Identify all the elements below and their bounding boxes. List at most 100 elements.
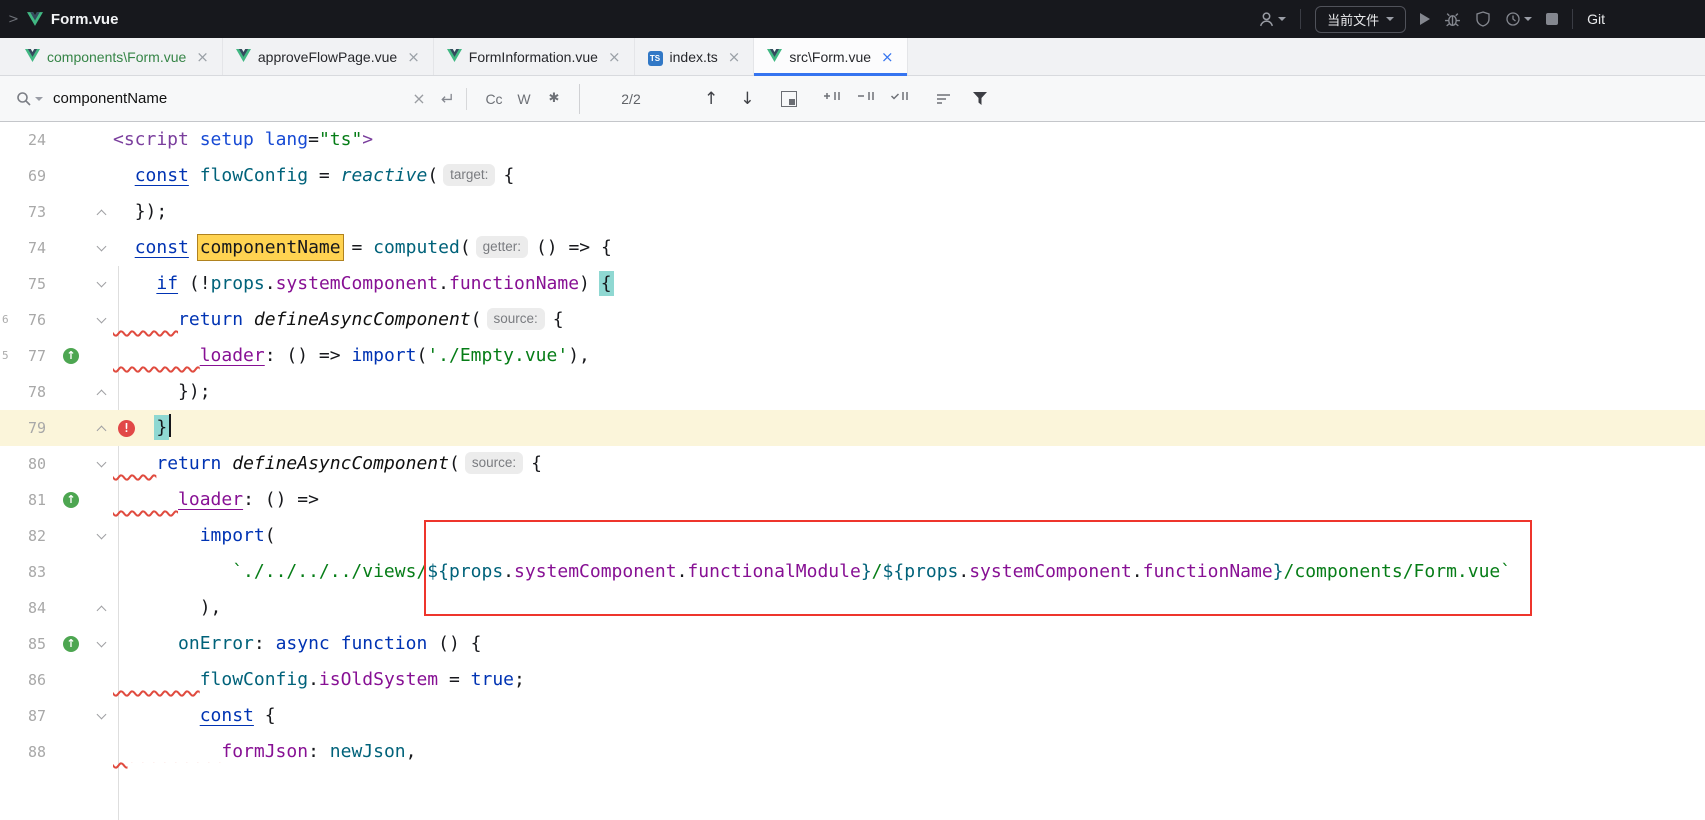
clear-search-icon[interactable]: × [407,89,431,108]
add-selection-icon[interactable] [821,88,841,109]
run-button[interactable] [1420,13,1430,25]
code-text: const flowConfig = reactive(target:{ [113,158,514,194]
previous-match-button[interactable]: ↑ [704,89,718,109]
code-line-86[interactable]: 86 flowConfig.isOldSystem = true; [0,662,1705,698]
fold-down-icon[interactable] [97,531,106,540]
code-line-78[interactable]: 78 }); [0,374,1705,410]
remove-selection-icon[interactable] [855,88,875,109]
fold-down-icon[interactable] [97,243,106,252]
line-number[interactable]: 84 [0,590,46,626]
tab-components-form.vue[interactable]: components\Form.vue× [12,38,223,75]
user-account-button[interactable] [1258,11,1286,28]
code-line-79[interactable]: 79! } [0,410,1705,446]
bug-icon [1444,11,1461,28]
line-number[interactable]: 82 [0,518,46,554]
code-token: } [156,417,167,438]
gutter-arrow-icon[interactable]: ↑ [63,492,79,508]
code-line-69[interactable]: 69 const flowConfig = reactive(target:{ [0,158,1705,194]
line-number[interactable]: 83 [0,554,46,590]
line-number[interactable]: 81 [0,482,46,518]
code-token: ( [265,525,276,546]
debug-button[interactable] [1444,11,1461,28]
gutter-arrow-icon[interactable]: ↑ [63,348,79,364]
fold-up-icon[interactable] [97,423,106,432]
tab-forminformation.vue[interactable]: FormInformation.vue× [434,38,635,75]
line-number[interactable]: 88 [0,734,46,770]
whole-words-toggle[interactable]: W [509,91,539,107]
regex-toggle[interactable]: ✱ [539,91,569,106]
select-all-matches-icon[interactable] [889,88,909,109]
search-options-icon[interactable] [935,91,952,107]
line-number[interactable]: 69 [0,158,46,194]
gutter-arrow-icon[interactable]: ↑ [63,636,79,652]
fold-up-icon[interactable] [97,207,106,216]
stop-button[interactable] [1546,13,1558,25]
indent-whitespace [113,201,135,222]
code-token: { [531,453,542,474]
divider [1572,9,1573,29]
code-token [221,453,232,474]
fold-up-icon[interactable] [97,387,106,396]
match-case-toggle[interactable]: Cc [479,91,509,107]
tab-src-form.vue[interactable]: src\Form.vue × [754,38,907,75]
fold-down-icon[interactable] [97,279,106,288]
line-number[interactable]: 80 [0,446,46,482]
indent-whitespace [113,633,178,654]
line-number[interactable]: 74 [0,230,46,266]
code-token: import [200,525,265,546]
coverage-button[interactable] [1475,11,1491,27]
code-line-75[interactable]: 75 if (!props.systemComponent.functionNa… [0,266,1705,302]
close-tab-icon[interactable]: × [407,48,420,66]
edge-mark: 5 [2,338,9,374]
code-token: flowConfig [200,165,308,186]
code-token: newJson [330,741,406,762]
chevron-down-icon [1278,17,1286,21]
line-number[interactable]: 75 [0,266,46,302]
search-mode-button[interactable] [16,91,43,107]
git-widget[interactable]: Git [1587,11,1605,27]
fold-down-icon[interactable] [97,459,106,468]
code-line-85[interactable]: 85↑ onError: async function () { [0,626,1705,662]
code-text: const componentName = computed(getter:()… [113,230,612,266]
close-tab-icon[interactable]: × [196,48,209,66]
profiler-button[interactable] [1505,11,1532,27]
code-token: ( [449,453,460,474]
tab-index.ts[interactable]: TSindex.ts× [635,38,755,75]
fold-up-icon[interactable] [97,603,106,612]
open-in-find-window-icon[interactable] [781,91,797,107]
fold-down-icon[interactable] [97,315,106,324]
close-tab-icon[interactable]: × [728,48,741,66]
tab-label: src\Form.vue [789,49,871,65]
code-line-87[interactable]: 87 const { [0,698,1705,734]
run-configuration-button[interactable]: 当前文件 [1315,6,1406,33]
filter-icon[interactable] [972,91,988,106]
code-line-81[interactable]: 81↑ loader: () => [0,482,1705,518]
line-number[interactable]: 78 [0,374,46,410]
line-number[interactable]: 73 [0,194,46,230]
search-input[interactable] [51,89,407,108]
tab-approveflowpage.vue[interactable]: approveFlowPage.vue× [223,38,434,75]
error-icon[interactable]: ! [118,420,135,437]
code-token: = [341,237,374,258]
code-line-80[interactable]: 80 return defineAsyncComponent(source:{ [0,446,1705,482]
line-number[interactable]: 86 [0,662,46,698]
code-editor[interactable]: 24<script setup lang="ts">69 const flowC… [0,122,1705,820]
line-number[interactable]: 24 [0,122,46,158]
code-line-24[interactable]: 24<script setup lang="ts"> [0,122,1705,158]
code-line-88[interactable]: 88 formJson: newJson, [0,734,1705,770]
line-number[interactable]: 87 [0,698,46,734]
fold-down-icon[interactable] [97,639,106,648]
close-tab-icon[interactable]: × [608,48,621,66]
close-tab-icon[interactable]: × [881,48,894,66]
line-number[interactable]: 85 [0,626,46,662]
code-line-73[interactable]: 73 }); [0,194,1705,230]
next-match-button[interactable]: ↓ [740,89,754,109]
newline-icon[interactable] [439,91,454,106]
code-line-77[interactable]: 775↑ loader: () => import('./Empty.vue')… [0,338,1705,374]
indent-whitespace [113,669,200,690]
chevron-down-icon [1386,17,1394,21]
code-line-76[interactable]: 766 return defineAsyncComponent(source:{ [0,302,1705,338]
code-line-74[interactable]: 74 const componentName = computed(getter… [0,230,1705,266]
fold-down-icon[interactable] [97,711,106,720]
line-number[interactable]: 79 [0,410,46,446]
